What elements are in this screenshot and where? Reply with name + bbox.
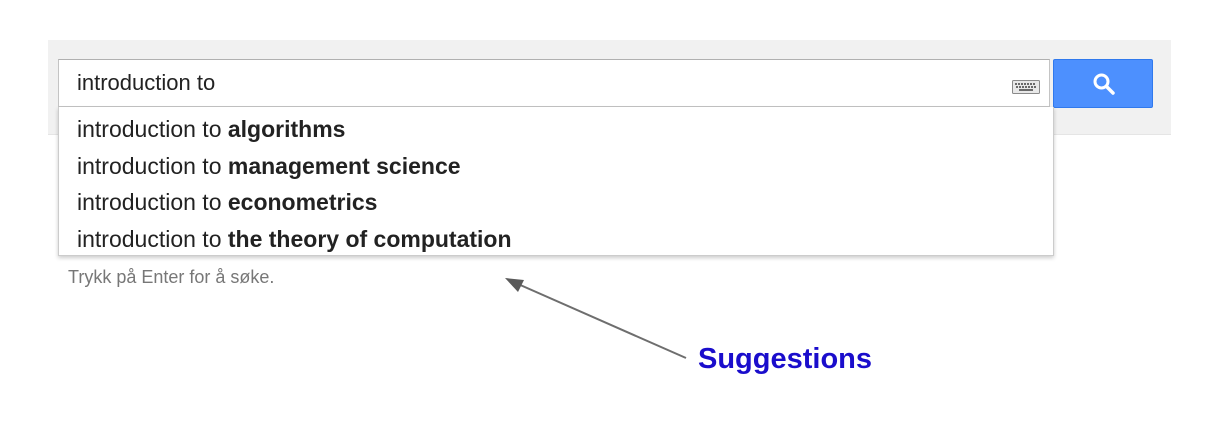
suggestion-prefix: introduction to — [77, 116, 228, 142]
suggestion-item[interactable]: introduction to management science — [59, 148, 1053, 185]
suggestion-completion: econometrics — [227, 189, 378, 215]
search-box[interactable] — [58, 59, 1050, 107]
suggestion-prefix: introduction to — [77, 152, 228, 179]
search-button[interactable] — [1053, 59, 1153, 108]
suggestions-annotation-label: Suggestions — [698, 343, 873, 375]
suggestion-prefix: introduction to — [77, 225, 228, 252]
suggestion-item[interactable]: introduction to econometrics — [59, 184, 1053, 221]
enter-hint: Trykk på Enter for å søke. — [68, 267, 275, 287]
suggestion-item[interactable]: introduction to the theory of computatio… — [59, 221, 1053, 258]
suggestions-dropdown: introduction to algorithms introduction … — [58, 107, 1054, 256]
suggestion-prefix: introduction to — [77, 189, 228, 215]
keyboard-icon[interactable] — [1012, 80, 1040, 94]
suggestion-item[interactable]: introduction to algorithms — [59, 111, 1053, 148]
suggestion-completion: management science — [227, 152, 461, 179]
search-input[interactable] — [77, 60, 997, 106]
suggestion-completion: the theory of computation — [227, 225, 512, 252]
page: introduction to algorithms introduction … — [0, 0, 1228, 426]
suggestion-completion: algorithms — [227, 116, 346, 142]
search-icon — [1093, 73, 1115, 95]
